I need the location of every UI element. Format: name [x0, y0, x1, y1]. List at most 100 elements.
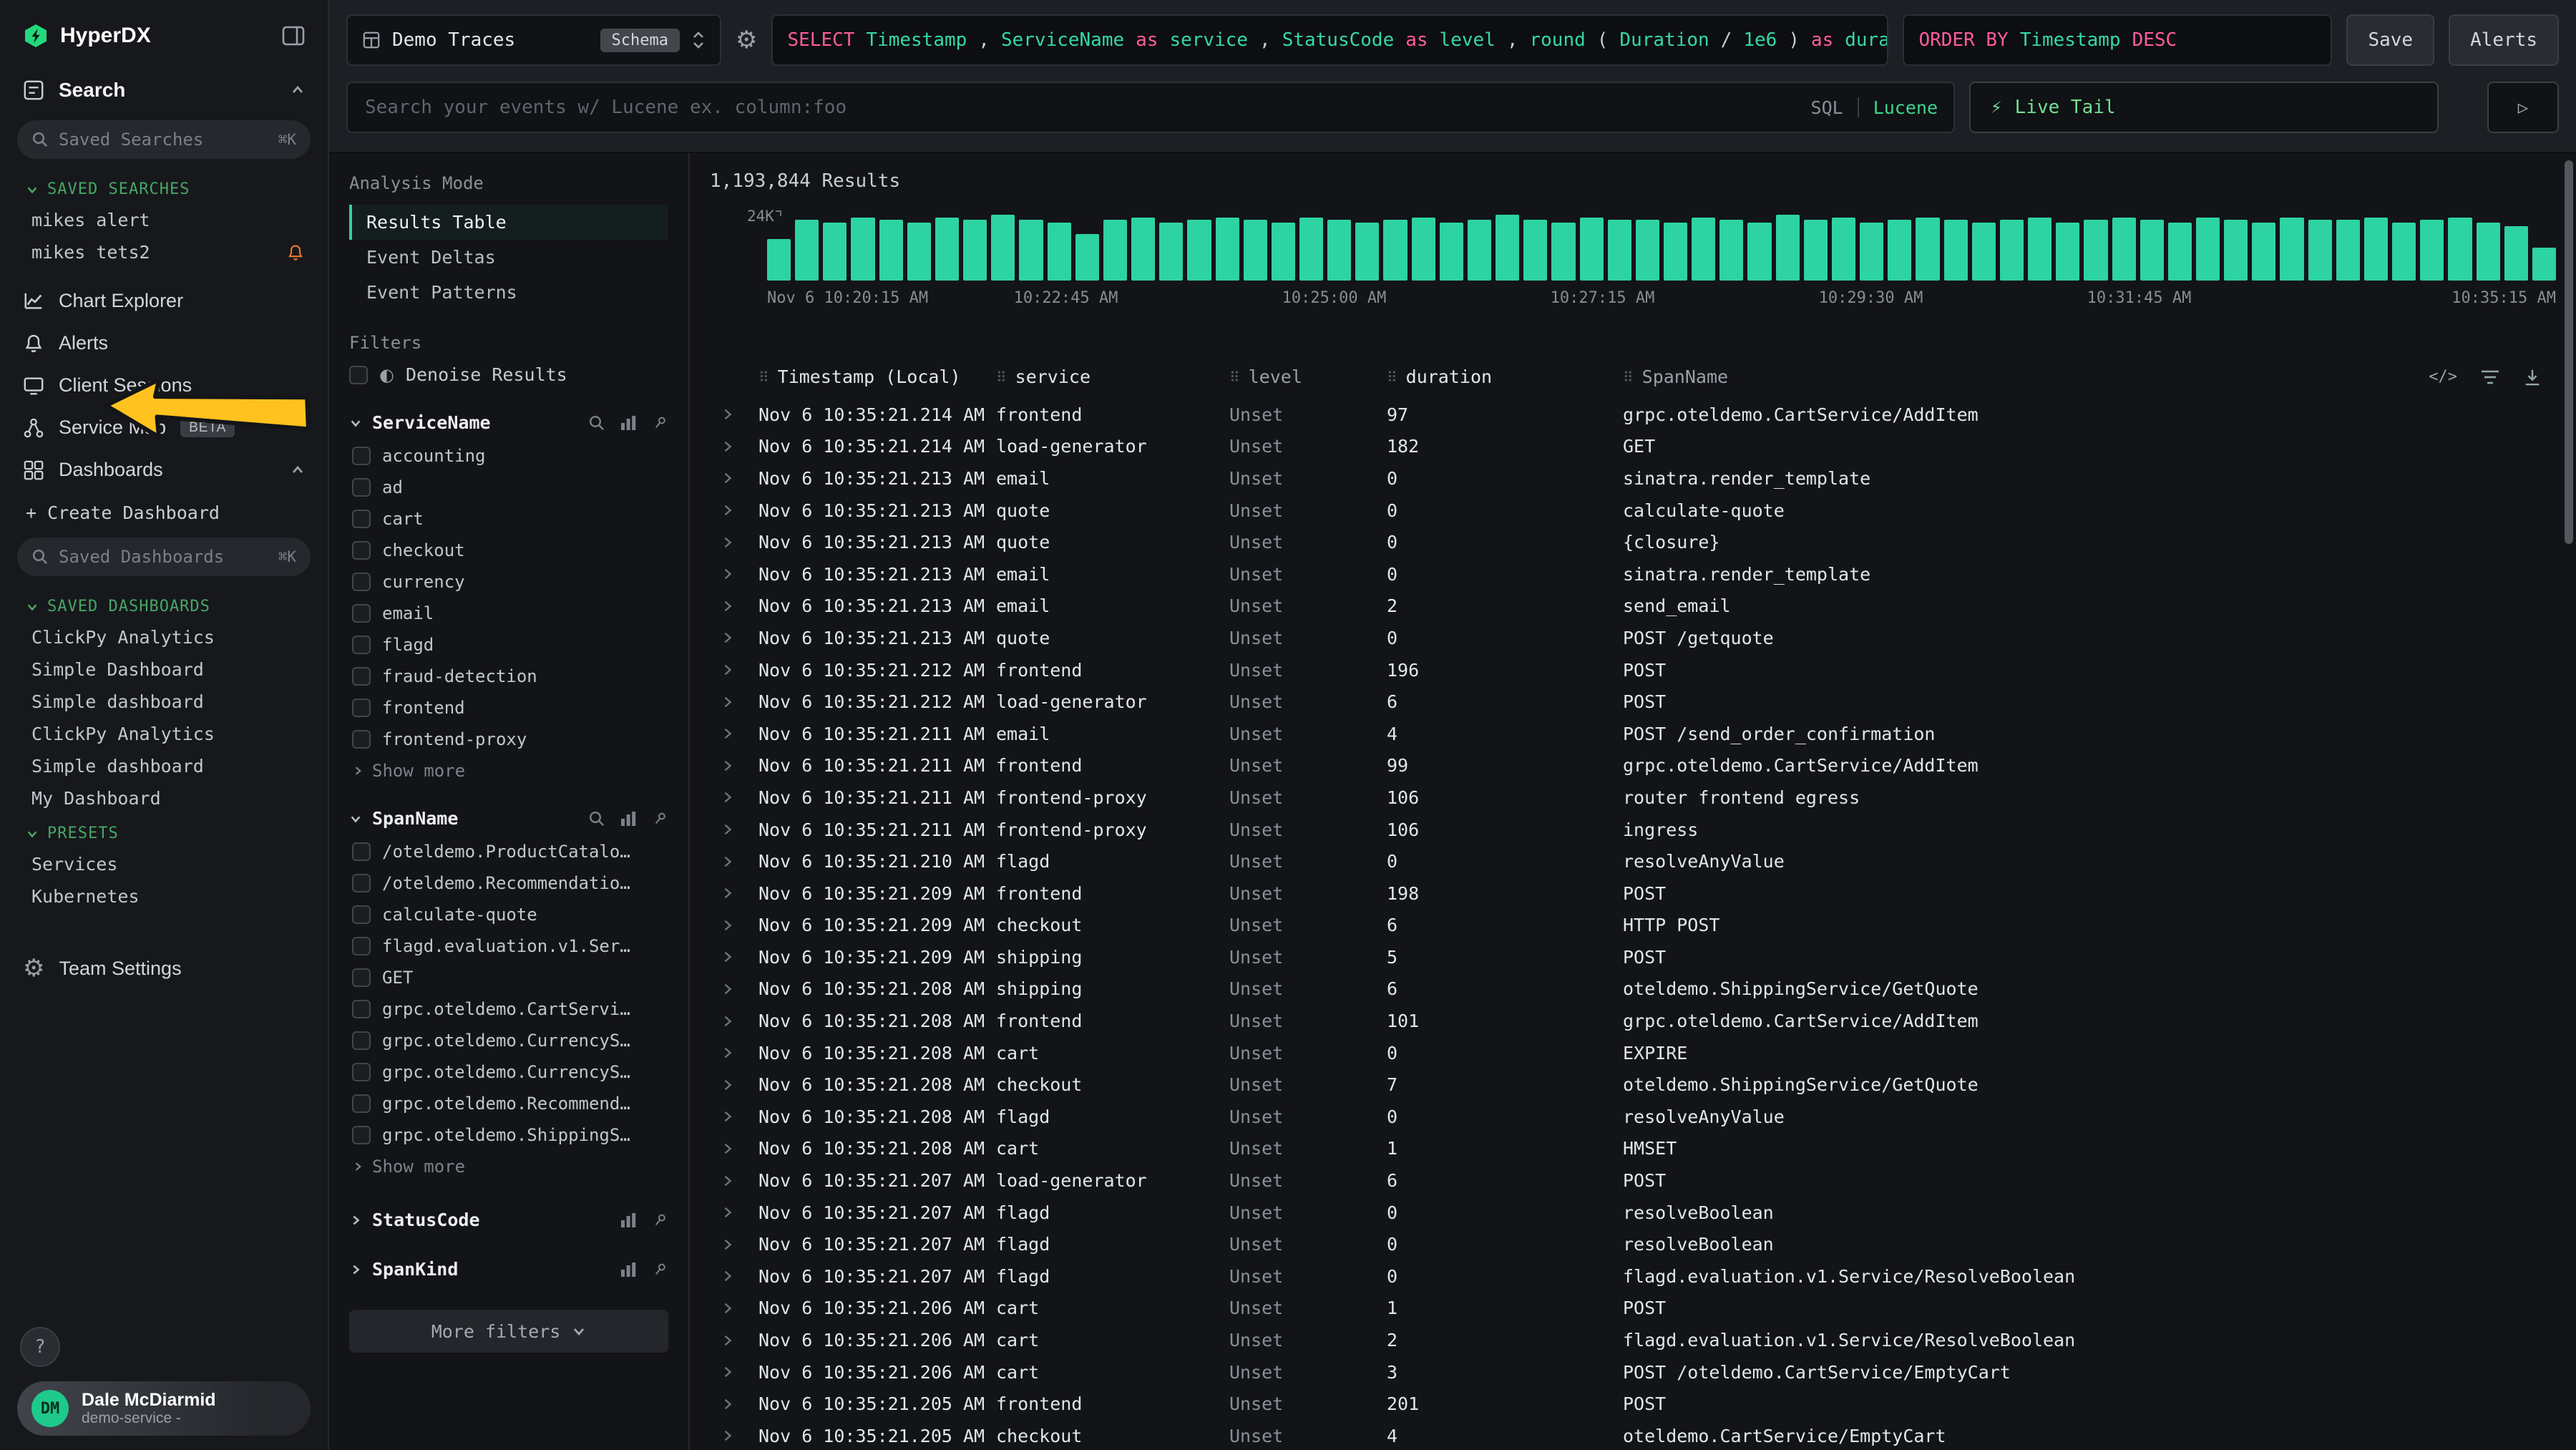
saved-searches-header[interactable]: SAVED SEARCHES — [0, 170, 328, 204]
more-filters-button[interactable]: More filters — [349, 1310, 668, 1353]
checkbox[interactable] — [352, 604, 371, 623]
histogram-bar[interactable] — [2532, 248, 2556, 281]
row-expand-icon[interactable] — [710, 727, 758, 740]
sidebar-item-service-map[interactable]: Service Map BETA — [0, 407, 328, 449]
row-expand-icon[interactable] — [710, 568, 758, 580]
checkbox[interactable] — [352, 541, 371, 560]
table-row[interactable]: Nov 6 10:35:21.208 AM cart Unset 0 EXPIR… — [710, 1037, 2562, 1069]
table-row[interactable]: Nov 6 10:35:21.211 AM frontend-proxy Uns… — [710, 782, 2562, 814]
save-button[interactable]: Save — [2346, 14, 2434, 66]
download-icon[interactable] — [2523, 368, 2542, 386]
facet-option[interactable]: frontend — [349, 692, 668, 724]
histogram-bar[interactable] — [1888, 220, 1911, 281]
table-row[interactable]: Nov 6 10:35:21.209 AM checkout Unset 6 H… — [710, 910, 2562, 942]
pin-icon[interactable] — [648, 807, 672, 831]
row-expand-icon[interactable] — [710, 1270, 758, 1283]
table-row[interactable]: Nov 6 10:35:21.210 AM flagd Unset 0 reso… — [710, 845, 2562, 877]
row-expand-icon[interactable] — [710, 1398, 758, 1411]
histogram-bar[interactable] — [1019, 220, 1043, 281]
row-expand-icon[interactable] — [710, 631, 758, 644]
saved-search-item[interactable]: mikes alert — [0, 204, 328, 236]
histogram-bar[interactable] — [1776, 215, 1800, 281]
table-row[interactable]: Nov 6 10:35:21.214 AM frontend Unset 97 … — [710, 399, 2562, 431]
histogram-bar[interactable] — [2140, 220, 2164, 281]
row-expand-icon[interactable] — [710, 1046, 758, 1059]
histogram-bar[interactable] — [1972, 223, 1996, 281]
row-expand-icon[interactable] — [710, 1079, 758, 1091]
alerts-button[interactable]: Alerts — [2449, 14, 2559, 66]
sidebar-item-team-settings[interactable]: ⚙ Team Settings — [0, 944, 328, 993]
row-expand-icon[interactable] — [710, 440, 758, 453]
histogram-bar[interactable] — [1804, 220, 1828, 281]
user-menu[interactable]: DM Dale McDiarmid demo-service - — [17, 1381, 311, 1436]
histogram-bar[interactable] — [1103, 220, 1127, 281]
histogram-bar[interactable] — [1187, 220, 1211, 281]
histogram-bar[interactable] — [1551, 223, 1575, 281]
facet-option[interactable]: grpc.oteldemo.CurrencyS… — [349, 1025, 668, 1056]
row-expand-icon[interactable] — [710, 823, 758, 836]
row-expand-icon[interactable] — [710, 1142, 758, 1155]
table-row[interactable]: Nov 6 10:35:21.211 AM frontend-proxy Uns… — [710, 814, 2562, 846]
facet-option[interactable]: currency — [349, 566, 668, 598]
histogram-bar[interactable] — [1916, 218, 1939, 281]
histogram-bar[interactable] — [1496, 215, 1519, 281]
sidebar-preset-item[interactable]: Services — [0, 848, 328, 880]
chart-icon[interactable] — [620, 1212, 637, 1229]
chart-icon[interactable] — [620, 414, 637, 432]
code-view-icon[interactable]: </> — [2429, 368, 2457, 386]
histogram-bar[interactable] — [907, 223, 931, 281]
facet-option[interactable]: cart — [349, 503, 668, 535]
histogram-bar[interactable] — [2168, 223, 2192, 281]
table-row[interactable]: Nov 6 10:35:21.206 AM cart Unset 3 POST … — [710, 1356, 2562, 1388]
sidebar-item-client-sessions[interactable]: Client Sessions — [0, 364, 328, 407]
show-more-link[interactable]: Show more — [349, 1151, 668, 1182]
row-expand-icon[interactable] — [710, 472, 758, 485]
facet-option[interactable]: GET — [349, 962, 668, 993]
facet-option[interactable]: grpc.oteldemo.ShippingS… — [349, 1119, 668, 1151]
histogram-bar[interactable] — [2308, 220, 2332, 281]
table-row[interactable]: Nov 6 10:35:21.208 AM flagd Unset 0 reso… — [710, 1101, 2562, 1133]
histogram-bar[interactable] — [1523, 220, 1547, 281]
histogram-bar[interactable] — [2056, 223, 2079, 281]
facet-option[interactable]: ad — [349, 472, 668, 503]
histogram-bar[interactable] — [2477, 223, 2500, 281]
presets-header[interactable]: PRESETS — [0, 814, 328, 848]
histogram-bar[interactable] — [879, 220, 903, 281]
table-row[interactable]: Nov 6 10:35:21.205 AM frontend Unset 201… — [710, 1388, 2562, 1420]
order-by-editor[interactable]: ORDER BY Timestamp DESC — [1903, 14, 2332, 66]
column-drag-handle[interactable]: ⠿ — [1387, 369, 1397, 386]
help-button[interactable]: ? — [20, 1327, 60, 1367]
facet-option[interactable]: fraud-detection — [349, 661, 668, 692]
facet-option[interactable]: grpc.oteldemo.CurrencyS… — [349, 1056, 668, 1088]
histogram-bar[interactable] — [1244, 220, 1267, 281]
table-row[interactable]: Nov 6 10:35:21.207 AM flagd Unset 0 reso… — [710, 1228, 2562, 1260]
facet-option[interactable]: grpc.oteldemo.Recommend… — [349, 1088, 668, 1119]
histogram-bar[interactable] — [1860, 223, 1883, 281]
facet-option[interactable]: accounting — [349, 440, 668, 472]
pin-icon[interactable] — [648, 1208, 672, 1232]
source-settings-gear-icon[interactable]: ⚙ — [736, 26, 757, 54]
row-expand-icon[interactable] — [710, 887, 758, 900]
row-expand-icon[interactable] — [710, 600, 758, 613]
sidebar-preset-item[interactable]: Kubernetes — [0, 880, 328, 913]
column-header-timestamp[interactable]: ⠿Timestamp (Local) — [758, 366, 996, 387]
row-expand-icon[interactable] — [710, 1238, 758, 1251]
table-row[interactable]: Nov 6 10:35:21.213 AM email Unset 0 sina… — [710, 558, 2562, 590]
checkbox[interactable] — [352, 636, 371, 654]
histogram-bar[interactable] — [1832, 218, 1855, 281]
table-row[interactable]: Nov 6 10:35:21.208 AM cart Unset 1 HMSET — [710, 1133, 2562, 1165]
checkbox[interactable] — [352, 699, 371, 717]
table-row[interactable]: Nov 6 10:35:21.211 AM email Unset 4 POST… — [710, 718, 2562, 750]
table-row[interactable]: Nov 6 10:35:21.209 AM shipping Unset 5 P… — [710, 941, 2562, 973]
row-expand-icon[interactable] — [710, 1366, 758, 1378]
sidebar-dashboard-item[interactable]: My Dashboard — [0, 782, 328, 814]
histogram-bar[interactable] — [1580, 218, 1604, 281]
facet-spankind-header[interactable]: SpanKind — [349, 1252, 668, 1287]
histogram-bar[interactable] — [1075, 234, 1099, 281]
checkbox[interactable] — [352, 1126, 371, 1144]
sidebar-item-search[interactable]: Search — [0, 69, 328, 112]
histogram-bar[interactable] — [823, 223, 847, 281]
analysis-mode-event-patterns[interactable]: Event Patterns — [349, 275, 668, 310]
table-row[interactable]: Nov 6 10:35:21.205 AM checkout Unset 4 o… — [710, 1420, 2562, 1450]
histogram-bar[interactable] — [2028, 218, 2051, 281]
